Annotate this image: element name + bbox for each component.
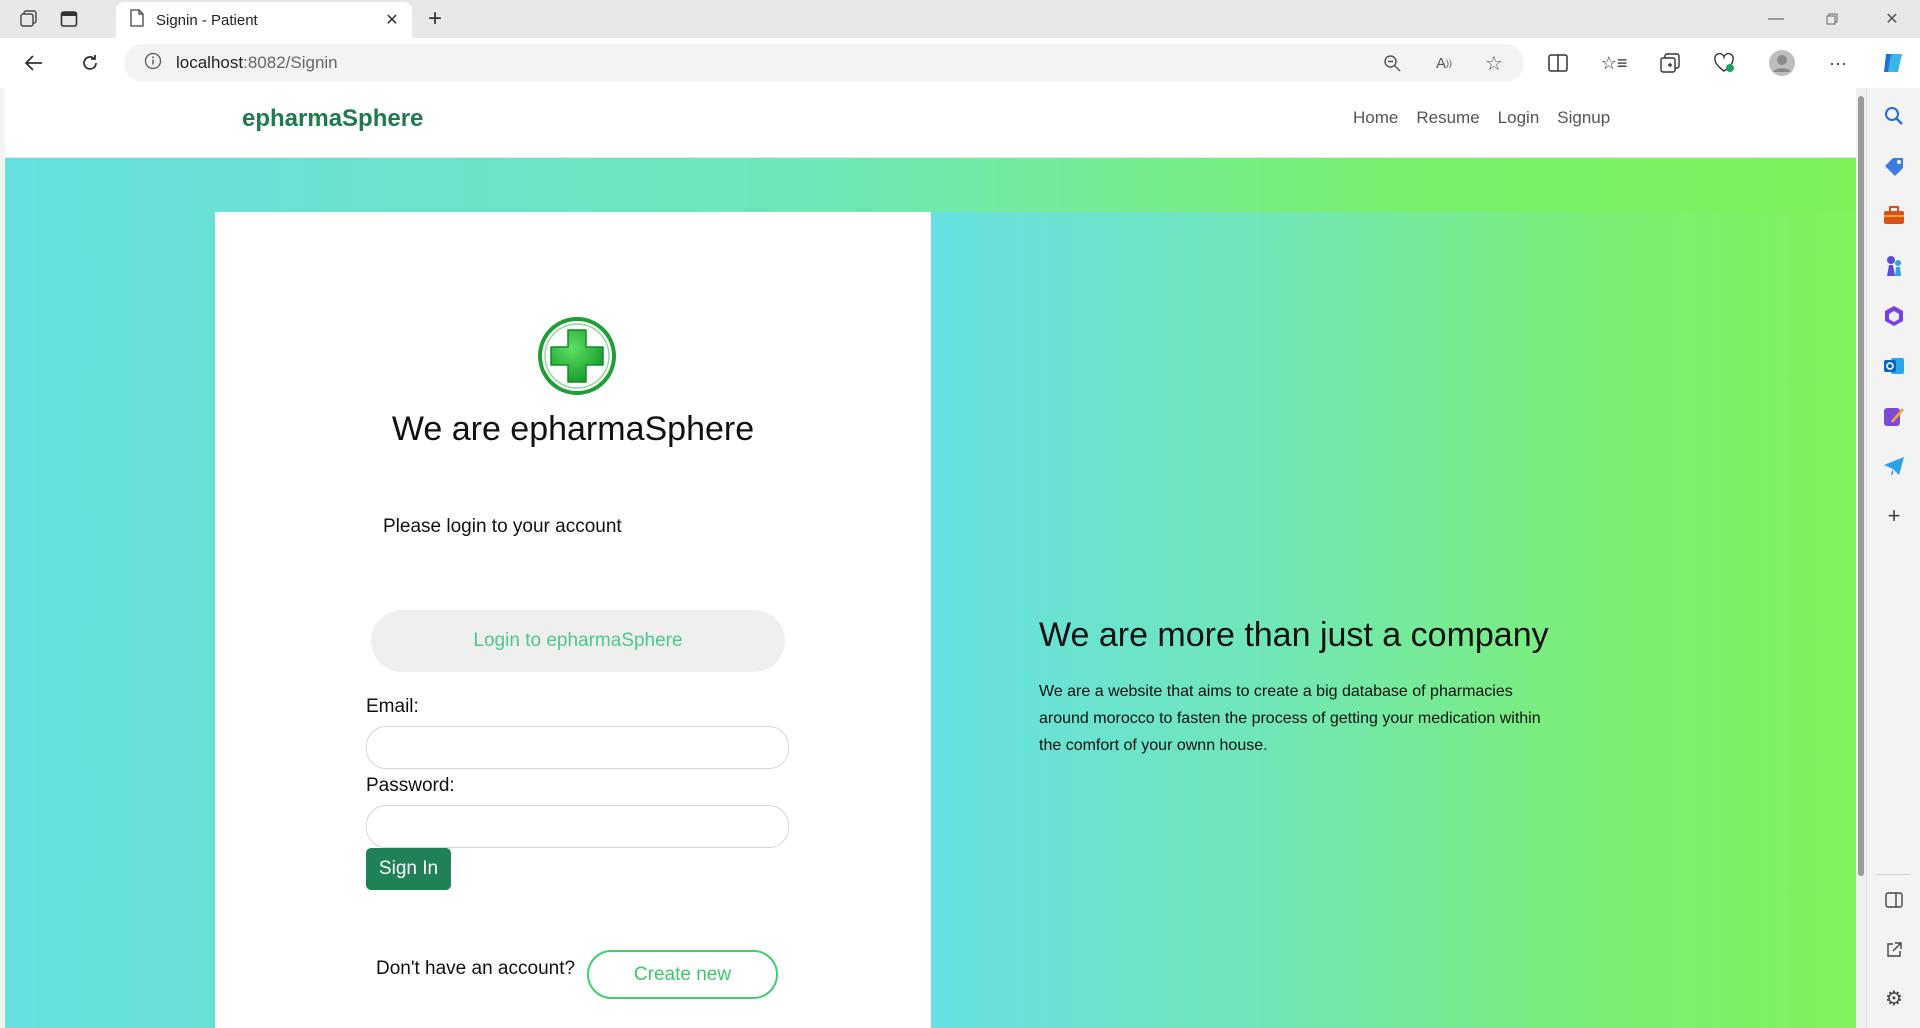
favorite-star-icon[interactable]: ☆: [1482, 51, 1506, 75]
url-text: localhost:8082/Signin: [176, 53, 338, 73]
collections-icon[interactable]: [1658, 51, 1682, 75]
page-scrollbar[interactable]: [1856, 88, 1866, 1028]
address-toolbar: localhost:8082/Signin A)) ☆ ☆≡ ···: [0, 38, 1920, 88]
promo-title: We are more than just a company: [1039, 616, 1549, 654]
email-field[interactable]: [366, 726, 789, 769]
designer-icon[interactable]: [1882, 404, 1906, 428]
tab-actions-icon[interactable]: [56, 6, 82, 32]
read-aloud-icon[interactable]: A)): [1432, 51, 1456, 75]
promo-text: We are a website that aims to create a b…: [1039, 683, 1541, 754]
password-field[interactable]: [366, 805, 789, 848]
refresh-icon[interactable]: [76, 49, 104, 77]
restore-icon[interactable]: [1804, 0, 1860, 38]
settings-gear-icon[interactable]: ⚙: [1882, 986, 1906, 1010]
games-icon[interactable]: [1882, 254, 1906, 278]
create-new-button[interactable]: Create new: [587, 950, 778, 999]
address-bar[interactable]: localhost:8082/Signin: [124, 44, 1524, 82]
favorites-icon[interactable]: ☆≡: [1601, 51, 1628, 75]
send-telegram-icon[interactable]: [1882, 454, 1906, 478]
tools-briefcase-icon[interactable]: [1882, 204, 1906, 228]
page-icon: [130, 8, 144, 32]
login-headline: We are epharmaSphere: [391, 410, 755, 448]
new-tab-icon[interactable]: +: [422, 5, 448, 32]
zoom-out-icon[interactable]: [1380, 51, 1404, 75]
microsoft-365-icon[interactable]: [1882, 304, 1906, 328]
split-screen-icon[interactable]: [1546, 51, 1570, 75]
nav-links: Home Resume Login Signup: [1353, 108, 1610, 128]
add-sidebar-app-icon[interactable]: +: [1882, 503, 1906, 528]
pharmacy-cross-icon: [537, 316, 617, 401]
site-navbar: epharmaSphere Home Resume Login Signup: [5, 88, 1856, 158]
back-icon[interactable]: [20, 49, 48, 77]
minimize-icon[interactable]: —: [1748, 0, 1804, 38]
email-label: Email:: [366, 696, 419, 717]
password-label: Password:: [366, 775, 455, 796]
page-viewport: epharmaSphere Home Resume Login Signup W…: [5, 88, 1856, 1028]
more-menu-icon[interactable]: ···: [1826, 51, 1850, 75]
nav-home[interactable]: Home: [1353, 108, 1398, 128]
open-external-icon[interactable]: [1882, 938, 1906, 962]
brand-logo-text[interactable]: epharmaSphere: [242, 105, 423, 133]
promo-panel: We are more than just a company We are a…: [931, 212, 1856, 1028]
workspaces-icon[interactable]: [16, 6, 42, 32]
browser-tab-bar: Signin - Patient ✕ + — ✕: [0, 0, 1920, 38]
site-info-icon[interactable]: [144, 52, 162, 75]
nav-login[interactable]: Login: [1498, 108, 1540, 128]
hide-sidebar-icon[interactable]: [1882, 888, 1906, 912]
url-path: :8082/Signin: [243, 53, 338, 72]
url-host: localhost: [176, 53, 244, 72]
close-window-icon[interactable]: ✕: [1864, 0, 1920, 38]
scrollbar-thumb[interactable]: [1858, 96, 1864, 876]
nav-signup[interactable]: Signup: [1557, 108, 1610, 128]
browser-tab-active[interactable]: Signin - Patient ✕: [116, 2, 412, 38]
search-icon[interactable]: [1882, 104, 1906, 128]
sidebar-divider: [1877, 874, 1911, 875]
tab-title: Signin - Patient: [156, 11, 258, 29]
nav-resume[interactable]: Resume: [1416, 108, 1479, 128]
copilot-icon[interactable]: [1878, 48, 1908, 78]
no-account-text: Don't have an account?: [376, 958, 576, 979]
edge-sidebar: + ⚙: [1866, 88, 1920, 1028]
login-card: We are epharmaSphere Please login to you…: [215, 212, 931, 1028]
hero-section: We are epharmaSphere Please login to you…: [5, 158, 1856, 1028]
outlook-icon[interactable]: [1882, 354, 1906, 378]
profile-avatar[interactable]: [1768, 49, 1796, 77]
login-title-pill: Login to epharmaSphere: [371, 610, 785, 672]
login-subline: Please login to your account: [383, 516, 622, 537]
browser-essentials-icon[interactable]: [1712, 51, 1736, 75]
sign-in-button[interactable]: Sign In: [366, 848, 451, 890]
close-tab-icon[interactable]: ✕: [378, 6, 406, 34]
shopping-tag-icon[interactable]: [1882, 154, 1906, 178]
